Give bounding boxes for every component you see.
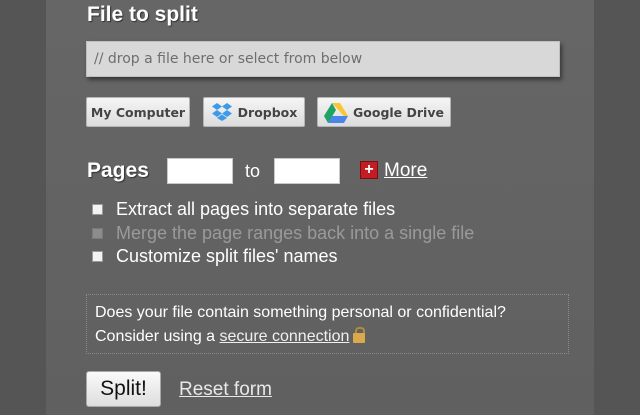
file-drop-zone[interactable]: // drop a file here or select from below (86, 41, 560, 77)
split-button[interactable]: Split! (86, 371, 161, 407)
reset-form-link[interactable]: Reset form (179, 379, 272, 401)
pages-to-label: to (245, 161, 261, 181)
dropbox-label: Dropbox (237, 104, 298, 120)
dropbox-icon (211, 102, 233, 122)
security-notice: Does your file contain something persona… (86, 294, 569, 354)
notice-line-1: Does your file contain something persona… (95, 304, 506, 321)
google-drive-button[interactable]: Google Drive (317, 97, 451, 127)
secure-connection-link[interactable]: secure connection (220, 328, 350, 345)
my-computer-label: My Computer (90, 104, 186, 120)
google-drive-label: Google Drive (353, 104, 444, 120)
merge-ranges-checkbox (92, 228, 103, 239)
notice-prefix: Consider using a (95, 328, 216, 345)
page-background-left (0, 0, 46, 415)
drop-zone-placeholder: // drop a file here or select from below (94, 51, 363, 67)
page-to-input[interactable] (274, 158, 340, 184)
customize-names-label: Customize split files' names (116, 246, 338, 266)
page-background-right (594, 0, 640, 415)
more-link[interactable]: More (384, 160, 427, 182)
my-computer-button[interactable]: My Computer (86, 97, 190, 127)
notice-line-2: Consider using a secure connection (95, 325, 560, 349)
google-drive-icon (324, 102, 349, 123)
option-customize-names[interactable]: Customize split files' names (92, 246, 338, 267)
merge-ranges-label: Merge the page ranges back into a single… (116, 223, 475, 243)
pages-label: Pages (87, 159, 149, 182)
extract-all-checkbox[interactable] (92, 204, 103, 215)
customize-names-checkbox[interactable] (92, 251, 103, 262)
plus-icon[interactable]: + (360, 161, 378, 179)
option-extract-all[interactable]: Extract all pages into separate files (92, 199, 395, 220)
option-merge-ranges: Merge the page ranges back into a single… (92, 223, 474, 244)
dropbox-button[interactable]: Dropbox (203, 97, 305, 127)
page-from-input[interactable] (167, 158, 233, 184)
extract-all-label: Extract all pages into separate files (116, 199, 396, 219)
form-title: File to split (87, 3, 198, 26)
lock-icon (352, 327, 366, 343)
